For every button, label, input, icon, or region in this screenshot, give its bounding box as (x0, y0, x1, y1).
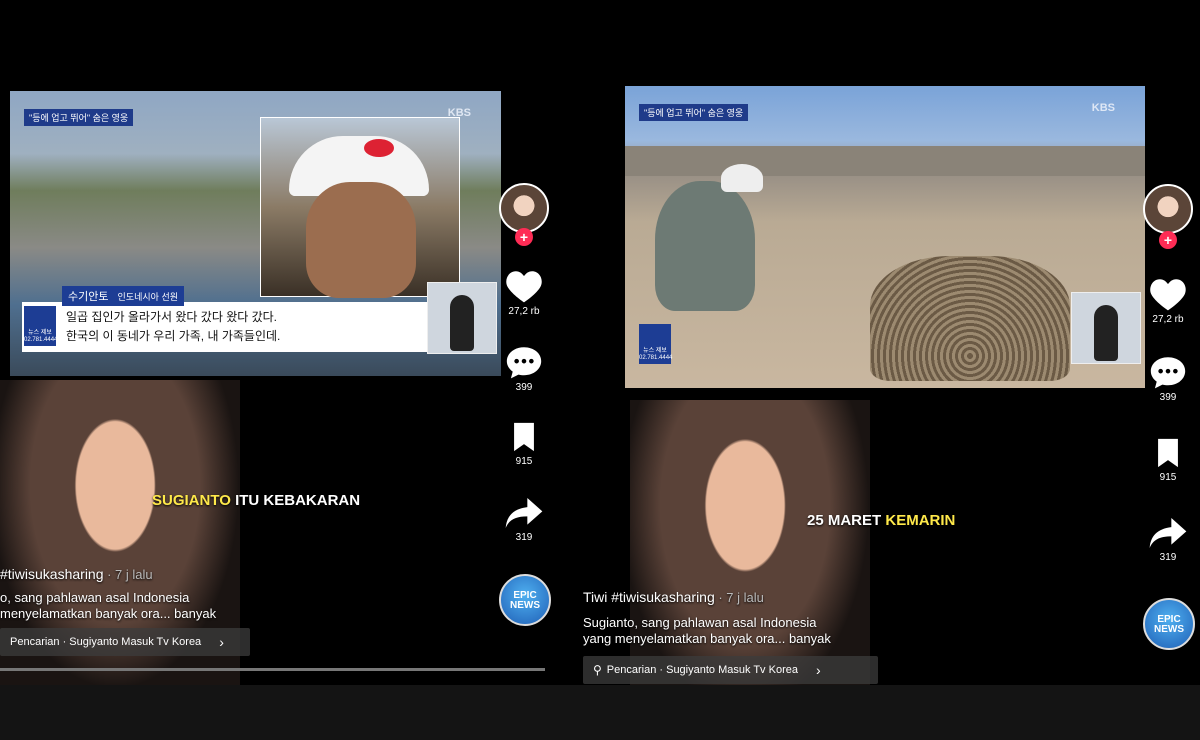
search-suggestion-right[interactable]: ⚲ Pencarian · Sugiyanto Masuk Tv Korea › (583, 656, 878, 684)
post-time: · 7 j lalu (103, 567, 153, 582)
share-count: 319 (515, 532, 533, 543)
progress-fill (0, 668, 545, 671)
share-button[interactable]: 319 (499, 496, 549, 543)
caption-text: 25 MARET (807, 512, 886, 529)
share-button[interactable]: 319 (1143, 516, 1193, 563)
epic-label-2: NEWS (1154, 624, 1184, 635)
comment-button[interactable]: 399 (1143, 354, 1193, 403)
save-count: 915 (1159, 472, 1177, 483)
like-count: 27,2 rb (1152, 314, 1184, 325)
sign-language-interpreter (427, 282, 497, 354)
post-description-left[interactable]: o, sang pahlawan asal Indonesia menyelam… (0, 590, 216, 622)
like-button[interactable]: 27,2 rb (1143, 276, 1193, 325)
search-suggestion-text: Pencarian · Sugiyanto Masuk Tv Korea (10, 636, 202, 648)
speaker-role: 인도네시아 선원 (117, 292, 179, 302)
bookmark-button[interactable]: 915 (1143, 436, 1193, 483)
creator-avatar[interactable] (499, 183, 549, 233)
comment-icon (506, 347, 542, 379)
comment-button[interactable]: 399 (499, 344, 549, 393)
like-count: 27,2 rb (508, 306, 540, 317)
description-line-2: yang menyelamatkan banyak ora... banyak (583, 631, 831, 646)
like-button[interactable]: 27,2 rb (499, 268, 549, 317)
subtitle-line-2: 한국의 이 동네가 우리 가족, 내 가족들인데. (66, 329, 281, 343)
fisherman-cap (721, 164, 763, 192)
search-suggestion-left[interactable]: Pencarian · Sugiyanto Masuk Tv Korea › (0, 628, 250, 656)
epic-news-sound-disc[interactable]: EPIC NEWS (1143, 598, 1195, 650)
sign-language-interpreter (1071, 292, 1141, 364)
rope-pile (870, 256, 1070, 381)
news-clip-left[interactable]: "등에 업고 뛰어" 숨은 영웅 KBS 수기안토 인도네시아 선원 뉴스 제보… (10, 91, 501, 376)
caption-text: ITU KEBAKARAN (230, 492, 361, 509)
video-post-right[interactable]: "등에 업고 뛰어" 숨은 영웅 KBS 뉴스 제보 02.781.4444 2… (580, 0, 1200, 685)
username[interactable]: Tiwi #tiwisukasharing (583, 589, 715, 605)
heart-icon (1150, 279, 1186, 311)
speaker-name-bar: 수기안토 인도네시아 선원 (62, 286, 185, 306)
search-icon: ⚲ (593, 663, 602, 677)
username[interactable]: #tiwisukasharing (0, 566, 104, 582)
comment-count: 399 (1159, 392, 1177, 403)
heart-icon (506, 271, 542, 303)
news-clip-right[interactable]: "등에 업고 뛰어" 숨은 영웅 KBS 뉴스 제보 02.781.4444 (625, 86, 1145, 388)
video-progress-bar[interactable] (0, 668, 545, 671)
epic-label-2: NEWS (510, 600, 540, 611)
comment-icon (1150, 357, 1186, 389)
search-suggestion-text: Pencarian · Sugiyanto Masuk Tv Korea (606, 664, 798, 676)
kbs-logo: KBS (1091, 102, 1115, 114)
post-author-left[interactable]: #tiwisukasharing · 7 j lalu (0, 566, 153, 582)
news-tip-chip: 뉴스 제보 02.781.4444 (24, 306, 57, 346)
post-author-right[interactable]: Tiwi #tiwisukasharing · 7 j lalu (583, 589, 764, 605)
description-line-1: o, sang pahlawan asal Indonesia (0, 590, 190, 605)
interview-inset (260, 117, 460, 298)
share-arrow-icon (1149, 518, 1187, 548)
bookmark-button[interactable]: 915 (499, 420, 549, 467)
chevron-right-icon: › (219, 634, 224, 650)
creator-avatar[interactable] (1143, 184, 1193, 234)
video-post-left[interactable]: "등에 업고 뛰어" 숨은 영웅 KBS 수기안토 인도네시아 선원 뉴스 제보… (0, 0, 560, 685)
face-image (306, 182, 416, 298)
news-headline-tag: "등에 업고 뛰어" 숨은 영웅 (639, 104, 749, 121)
subtitle-line-1: 일곱 집인가 올라가서 왔다 갔다 왔다 갔다. (66, 310, 278, 324)
post-description-right[interactable]: Sugianto, sang pahlawan asal Indonesia y… (583, 615, 831, 647)
caption-highlight: KEMARIN (885, 512, 956, 529)
post-time: · 7 j lalu (714, 590, 764, 605)
save-count: 915 (515, 456, 533, 467)
bottom-bar (0, 685, 1200, 740)
comment-count: 399 (515, 382, 533, 393)
news-headline-tag: "등에 업고 뛰어" 숨은 영웅 (24, 109, 134, 126)
follow-plus-icon[interactable]: + (515, 228, 533, 246)
fisherman-figure (655, 181, 755, 311)
overlay-caption-left: SUGIANTO ITU KEBAKARAN (152, 492, 360, 509)
overlay-caption-right: 25 MARET KEMARIN (807, 512, 955, 529)
news-lower-third: 수기안토 인도네시아 선원 뉴스 제보 02.781.4444 일곱 집인가 올… (22, 286, 432, 352)
news-tip-chip: 뉴스 제보 02.781.4444 (639, 324, 672, 364)
bookmark-icon (514, 422, 534, 452)
speaker-name: 수기안토 (68, 291, 109, 303)
caption-highlight: SUGIANTO (152, 492, 231, 509)
share-arrow-icon (505, 498, 543, 528)
bookmark-icon (1158, 438, 1178, 468)
epic-news-sound-disc[interactable]: EPIC NEWS (499, 574, 551, 626)
share-count: 319 (1159, 552, 1177, 563)
description-line-1: Sugianto, sang pahlawan asal Indonesia (583, 615, 817, 630)
harbor-wall (625, 146, 1145, 176)
description-line-2: menyelamatkan banyak ora... banyak (0, 606, 217, 621)
chevron-right-icon: › (815, 662, 821, 678)
follow-plus-icon[interactable]: + (1159, 231, 1177, 249)
